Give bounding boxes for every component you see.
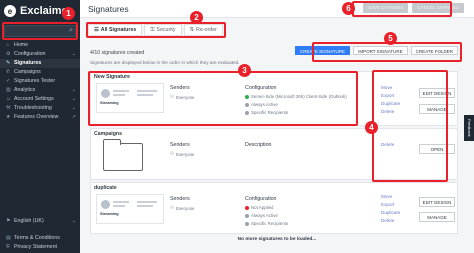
preview-name: Streaming (100, 212, 119, 216)
chart-icon: ▥ (6, 87, 11, 93)
star-icon: ★ (6, 114, 11, 120)
manage-button[interactable]: MANAGE (419, 212, 455, 222)
highlight-search (2, 22, 78, 40)
senders-heading: Senders (170, 142, 190, 148)
sidebar-item-troubleshooting[interactable]: ⚒ Troubleshooting ⌄ (0, 104, 80, 113)
test-icon: ✓ (6, 78, 11, 84)
sidebar-item-label: Signatures Tester (14, 78, 56, 84)
terms-label: Terms & Conditions (14, 235, 60, 241)
config-status: Not Applied (245, 205, 273, 210)
badge-2: 2 (190, 11, 203, 24)
delete-link[interactable]: Delete (381, 217, 400, 225)
group-icon: ⚇ (170, 151, 174, 156)
description-heading: Description (245, 142, 272, 148)
terms-link[interactable]: ▤ Terms & Conditions (0, 234, 80, 243)
recipients-icon (245, 221, 249, 226)
export-link[interactable]: Export (381, 201, 400, 209)
avatar (101, 200, 110, 209)
chevron-icon: ⌄ (71, 51, 76, 57)
signature-card[interactable]: duplicate Streaming Senders ⚇ Everyone Co… (90, 182, 458, 234)
configuration-heading: Configuration (245, 196, 277, 202)
duplicate-link[interactable]: Duplicate (381, 209, 400, 217)
senders-value: ⚇ Everyone (170, 151, 195, 157)
exclaimer-logo-icon: e (4, 5, 16, 17)
wrench-icon: ⚒ (6, 105, 11, 111)
language-selector[interactable]: ⚑ English (UK) ⌄ (0, 217, 80, 226)
signature-name: duplicate (94, 185, 117, 191)
sidebar-item-home[interactable]: ⌂ Home (0, 41, 80, 50)
badge-6: 6 (342, 2, 355, 15)
sidebar-item-label: Troubleshooting (14, 105, 52, 111)
home-icon: ⌂ (6, 42, 10, 48)
gear-icon: ⚙ (6, 51, 11, 57)
sidebar-item-signatures[interactable]: ✎ Signatures (0, 59, 80, 68)
end-of-list-message: No more signatures to be loaded... (237, 237, 317, 242)
highlight-card-actions (372, 70, 448, 182)
badge-3: 3 (238, 64, 251, 77)
badge-5: 5 (384, 32, 397, 45)
folder-name: Campaigns (94, 131, 122, 137)
group-icon: ⚇ (170, 205, 174, 210)
order-note: Signatures are displayed below in the or… (90, 60, 240, 65)
sidebar-item-account-settings[interactable]: ☺ Account Settings ⌄ (0, 95, 80, 104)
badge-1: 1 (62, 7, 75, 20)
chevron-icon: ⌄ (71, 87, 76, 93)
sidebar-item-features-overview[interactable]: ★ Features Overview ↗ (0, 113, 80, 122)
pen-icon: ✎ (6, 60, 11, 66)
senders-heading: Senders (170, 196, 190, 202)
status-dot-icon (245, 205, 249, 210)
signature-preview[interactable]: Streaming (96, 194, 164, 224)
user-icon: ☺ (6, 96, 12, 102)
chevron-icon: ↗ (71, 114, 76, 120)
config-schedule: Always Active (245, 213, 278, 218)
sidebar-item-label: Home (14, 42, 29, 48)
shield-icon: ⛨ (6, 244, 10, 250)
document-icon: ▤ (6, 235, 11, 241)
sidebar-item-label: Account Settings (14, 96, 54, 102)
sidebar-item-label: Features Overview (14, 114, 59, 120)
chevron-icon: ⌄ (71, 105, 76, 111)
highlight-action-buttons (312, 42, 462, 62)
sidebar-item-label: Configuration (14, 51, 46, 57)
senders-value: ⚇ Everyone (170, 205, 195, 211)
folder-icon[interactable] (103, 139, 143, 171)
sidebar-item-configuration[interactable]: ⚙ Configuration ⌄ (0, 50, 80, 59)
language-label: English (UK) (14, 218, 44, 224)
sidebar-item-label: Analytics (14, 87, 36, 93)
sidebar-item-label: Signatures (14, 60, 42, 66)
feedback-tab[interactable]: Feedback (464, 115, 474, 141)
config-recipients: Specific Recipients (245, 221, 288, 226)
privacy-label: Privacy Statement (14, 244, 57, 250)
megaphone-icon: ✆ (6, 69, 11, 75)
sidebar-nav: ⌂ Home ⚙ Configuration ⌄ ✎ Signatures ✆ Campaign… (0, 41, 80, 122)
sidebar-item-signatures-tester[interactable]: ✓ Signatures Tester (0, 77, 80, 86)
page-title: Signatures (88, 3, 129, 14)
edit-design-button[interactable]: EDIT DESIGN (419, 197, 455, 207)
flag-icon: ⚑ (6, 218, 11, 224)
chevron-icon: ⌄ (71, 96, 76, 102)
sidebar-item-analytics[interactable]: ▥ Analytics ⌄ (0, 86, 80, 95)
highlight-top-buttons (352, 1, 452, 17)
clock-icon (245, 213, 249, 218)
card-links: Move Export Duplicate Delete (381, 193, 400, 225)
privacy-link[interactable]: ⛨ Privacy Statement (0, 243, 80, 252)
highlight-signature-card (88, 71, 358, 126)
sidebar-item-campaigns[interactable]: ✆ Campaigns (0, 68, 80, 77)
highlight-tabs (86, 22, 226, 38)
signature-count: 4/10 signatures created (90, 50, 145, 56)
sidebar-item-label: Campaigns (14, 69, 41, 75)
badge-4: 4 (365, 121, 378, 134)
move-link[interactable]: Move (381, 193, 400, 201)
chevron-down-icon: ⌄ (71, 218, 76, 224)
